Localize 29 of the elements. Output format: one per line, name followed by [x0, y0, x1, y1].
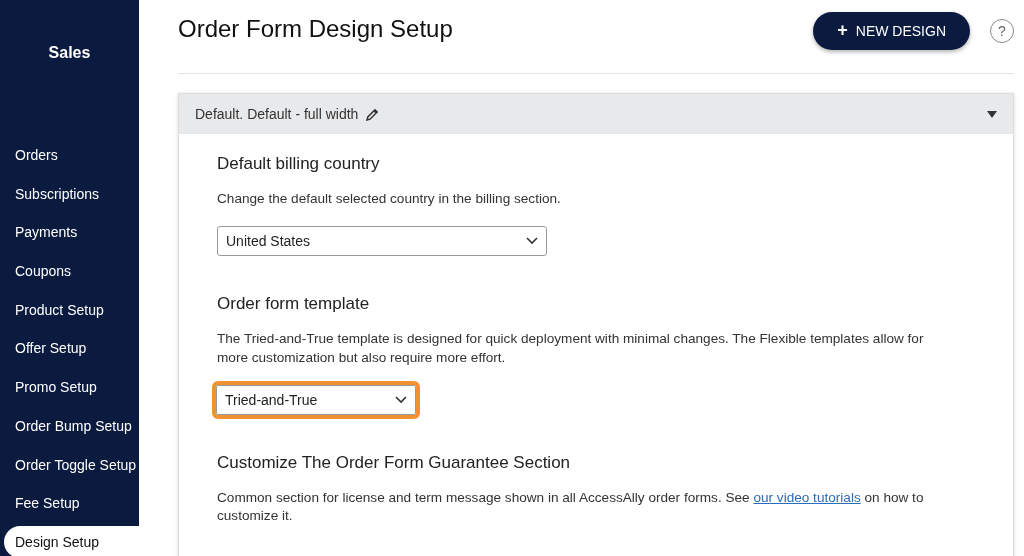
page-title: Order Form Design Setup — [178, 15, 454, 43]
section-heading: Customize The Order Form Guarantee Section — [217, 453, 572, 474]
panel-title: Default. Default - full width — [195, 106, 359, 122]
sidebar-item[interactable]: Subscriptions — [0, 174, 139, 214]
sidebar-item[interactable]: Design Setup — [4, 525, 139, 556]
sidebar-item[interactable]: Order Bump Setup — [0, 406, 139, 446]
sidebar-item[interactable]: Payments — [0, 213, 139, 253]
section-heading: Default billing country — [217, 154, 381, 174]
section-description: The Tried-and-True template is designed for quick deployment with minimal changes. The Flexible templates allow for more customization but also require more effort. — [217, 330, 925, 367]
section-heading: Order form template — [217, 294, 371, 315]
new-design-button[interactable]: + NEW DESIGN — [813, 11, 970, 50]
sidebar-item[interactable]: Orders — [0, 136, 139, 175]
sidebar-item[interactable]: Coupons — [0, 252, 139, 291]
panel-header[interactable]: Default. Default - full width — [179, 94, 1013, 134]
caret-icon[interactable] — [987, 110, 997, 118]
sidebar-item[interactable]: Promo Setup — [0, 368, 139, 407]
chevron-down-icon — [395, 396, 407, 405]
video-tutorials-link[interactable]: our video tutorials — [753, 490, 861, 506]
help-button[interactable]: ? — [990, 18, 1014, 43]
sidebar-item[interactable]: Offer Setup — [0, 329, 139, 369]
sidebar-item[interactable]: Fee Setup — [0, 484, 139, 523]
select-field[interactable]: United States — [217, 226, 547, 257]
section-description: Change the default selected country in the billing section. — [217, 190, 562, 208]
pencil-icon[interactable] — [366, 107, 380, 121]
sidebar-item[interactable]: Order Toggle Setup — [0, 445, 139, 485]
sidebar-item[interactable]: Product Setup — [0, 290, 139, 330]
chevron-down-icon — [526, 237, 538, 246]
section-description: Common section for license and term message shown in all AccessAlly order forms. See our video tutorials on how to customize it. — [217, 489, 925, 526]
sidebar-title: Sales — [47, 44, 92, 62]
